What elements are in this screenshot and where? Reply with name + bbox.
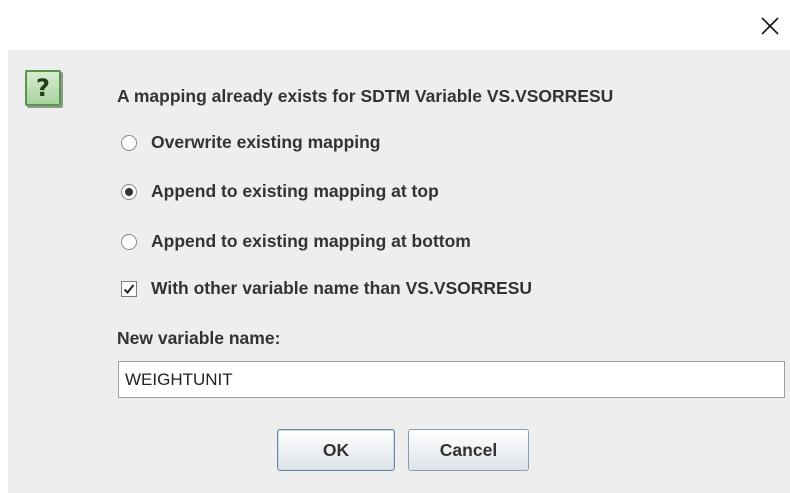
new-variable-label: New variable name: (117, 328, 281, 348)
overwrite-radio[interactable] (121, 134, 137, 151)
checkmark-icon (123, 283, 135, 294)
other-name-label: With other variable name than VS.VSORRES… (151, 278, 533, 298)
append-top-option[interactable]: Append to existing mapping at top (121, 181, 439, 202)
new-variable-input[interactable] (118, 361, 785, 398)
overwrite-option[interactable]: Overwrite existing mapping (121, 132, 381, 153)
ok-button[interactable]: OK (277, 429, 395, 471)
append-bottom-label: Append to existing mapping at bottom (151, 231, 471, 251)
cancel-button[interactable]: Cancel (408, 429, 529, 471)
append-bottom-option[interactable]: Append to existing mapping at bottom (121, 231, 471, 252)
question-icon: ? (25, 70, 61, 106)
append-bottom-radio[interactable] (121, 233, 137, 250)
dialog-titlebar (0, 0, 790, 50)
append-top-label: Append to existing mapping at top (151, 181, 439, 201)
other-name-checkbox[interactable] (121, 280, 137, 297)
dialog-message: A mapping already exists for SDTM Variab… (117, 86, 614, 106)
close-button[interactable] (750, 6, 790, 46)
overwrite-label: Overwrite existing mapping (151, 132, 381, 152)
other-name-option[interactable]: With other variable name than VS.VSORRES… (121, 278, 532, 299)
append-top-radio[interactable] (121, 183, 137, 200)
dialog-content: ? A mapping already exists for SDTM Vari… (8, 50, 790, 493)
close-icon (761, 17, 779, 35)
